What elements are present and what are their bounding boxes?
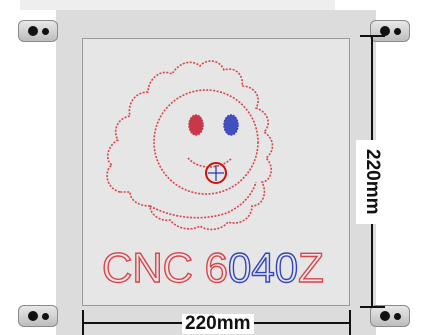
engraving-text-part2: 040	[228, 244, 298, 291]
engraving-text-part1: CNC 6	[102, 244, 228, 291]
engraving-text: CNC 6040Z	[102, 244, 324, 291]
right-eye	[223, 114, 239, 136]
engraving-text-part3: Z	[298, 244, 324, 291]
crosshair-icon	[205, 162, 227, 184]
dimension-width-label: 220mm	[182, 314, 254, 334]
dimension-height-label: 220mm	[356, 140, 383, 224]
left-eye	[188, 114, 204, 136]
smiley-gear-icon	[106, 60, 274, 231]
